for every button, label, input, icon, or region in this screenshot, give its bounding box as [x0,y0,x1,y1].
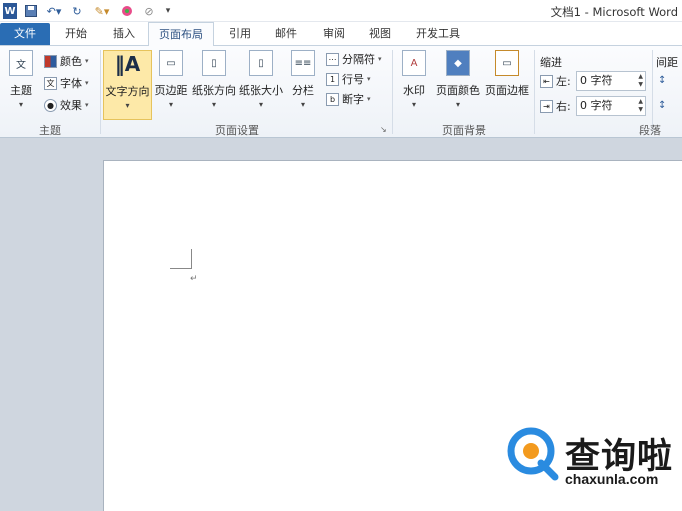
spacing-after-icon[interactable]: ↕ [658,100,666,111]
hyphenation-button[interactable]: b 断字 ▾ [326,90,371,108]
spinner-icon[interactable]: ▲ ▼ [638,73,643,89]
margins-button[interactable]: ▭ 页边距 ▾ [153,50,189,109]
word-app-icon[interactable]: W [3,3,17,19]
orientation-label: 纸张方向 [192,84,236,97]
watermark-url: chaxunla.com [565,471,659,487]
group-separator [534,50,535,134]
title-bar: W ↶▾ ↻ ✎▾ ⊘ ▾ 文档1 - Microsoft Word [0,0,682,22]
text-direction-button[interactable]: ‖A 文字方向 ▾ [103,50,152,120]
tab-page-layout[interactable]: 页面布局 [148,22,214,47]
group-separator [392,50,393,134]
fonts-button[interactable]: 文 字体 ▾ [44,74,89,92]
theme-icon: 文 [9,50,33,76]
theme-button[interactable]: 文 主题 ▾ [6,50,36,109]
page-borders-icon: ▭ [495,50,519,76]
indent-left-input[interactable]: 0 字符 ▲ ▼ [576,71,646,91]
columns-button[interactable]: ≡≡ 分栏 ▾ [288,50,318,109]
customize-toolbar-icon[interactable]: ▾ [162,3,174,19]
spinner-icon[interactable]: ▲ ▼ [638,98,643,114]
indent-left-label: ⇤ 左: [540,72,571,90]
chevron-down-icon: ▾ [168,100,173,109]
tab-view[interactable]: 视图 [360,22,400,46]
tab-developer[interactable]: 开发工具 [408,22,468,46]
chevron-down-icon: ▾ [125,101,130,110]
window-title: 文档1 - Microsoft Word [550,5,678,19]
ribbon: 文 主题 ▾ 颜色 ▾ 文 字体 ▾ ● 效果 ▾ 主题 ‖A 文字方向 ▾ ▭ 页边… [0,46,682,138]
columns-label: 分栏 [292,84,314,97]
indent-right-icon: ⇥ [540,99,553,113]
save-icon[interactable] [24,3,38,19]
group-label-theme: 主题 [39,124,61,137]
page-borders-button[interactable]: ▭ 页面边框 [484,50,530,98]
indent-left-icon: ⇤ [540,74,553,88]
size-button[interactable]: ▯ 纸张大小 ▾ [239,50,283,109]
tab-file[interactable]: 文件 [0,23,50,45]
indent-right-input[interactable]: 0 字符 ▲ ▼ [576,96,646,116]
breaks-label: 分隔符 [342,53,375,66]
spacing-before-icon[interactable]: ↕ [658,75,666,86]
chevron-down-icon: ▾ [258,100,263,109]
margins-label: 页边距 [154,84,188,97]
orientation-button[interactable]: ▯ 纸张方向 ▾ [192,50,236,109]
theme-button-label: 主题 [10,84,32,97]
breaks-button[interactable]: ⋯ 分隔符 ▾ [326,50,382,68]
color-icon[interactable] [120,3,134,19]
page-color-icon: ◆ [446,50,470,76]
size-label: 纸张大小 [239,84,283,97]
tab-insert[interactable]: 插入 [104,22,144,46]
chevron-down-icon: ▾ [211,100,216,109]
margin-corner-mark [170,249,192,269]
indent-title: 缩进 [540,56,562,69]
paragraph-mark-icon: ↵ [190,274,198,284]
watermark-button[interactable]: A 水印 ▾ [398,50,430,109]
tab-review[interactable]: 审阅 [314,22,354,46]
fonts-label: 字体 [60,77,82,90]
hyphenation-icon: b [326,92,339,106]
erase-icon[interactable]: ⊘ [142,3,156,19]
tab-references[interactable]: 引用 [220,22,260,46]
indent-right-label: ⇥ 右: [540,97,571,115]
redo-icon[interactable]: ↻ [70,3,84,19]
columns-icon: ≡≡ [291,50,315,76]
chevron-down-icon: ▾ [455,100,460,109]
page-color-label: 页面颜色 [436,84,480,97]
watermark-label: 水印 [403,84,425,97]
ribbon-tabs: 文件 开始 插入 页面布局 引用 邮件 审阅 视图 开发工具 [0,22,682,47]
format-painter-icon[interactable]: ✎▾ [92,3,112,19]
size-icon: ▯ [249,50,273,76]
line-numbers-icon: 1 [326,72,339,86]
tab-home[interactable]: 开始 [56,22,96,46]
fonts-icon: 文 [44,76,57,90]
orientation-icon: ▯ [202,50,226,76]
effects-icon: ● [44,98,57,112]
page-borders-label: 页面边框 [485,84,529,97]
text-direction-icon: ‖A [114,52,141,76]
colors-button[interactable]: 颜色 ▾ [44,52,89,70]
spacing-title: 间距 [656,56,678,69]
margins-icon: ▭ [159,50,183,76]
line-numbers-label: 行号 [342,73,364,86]
watermark-icon: A [402,50,426,76]
chevron-down-icon: ▾ [411,100,416,109]
line-numbers-button[interactable]: 1 行号 ▾ [326,70,371,88]
chevron-down-icon: ▾ [18,100,23,109]
tab-mailings[interactable]: 邮件 [266,22,306,46]
page-setup-launcher-icon[interactable]: ↘ [380,125,387,134]
hyphenation-label: 断字 [342,93,364,106]
group-separator [100,50,101,134]
page-color-button[interactable]: ◆ 页面颜色 ▾ [434,50,482,109]
colors-label: 颜色 [60,55,82,68]
effects-label: 效果 [60,99,82,112]
undo-icon[interactable]: ↶▾ [44,3,64,19]
colors-icon [44,54,57,68]
group-label-page-setup: 页面设置 [215,124,259,137]
text-direction-label: 文字方向 [105,85,150,98]
chevron-down-icon: ▾ [300,100,305,109]
group-label-paragraph: 段落 [639,124,661,137]
group-label-page-background: 页面背景 [442,124,486,137]
breaks-icon: ⋯ [326,52,339,66]
effects-button[interactable]: ● 效果 ▾ [44,96,89,114]
chaxunla-logo-icon [507,427,559,481]
